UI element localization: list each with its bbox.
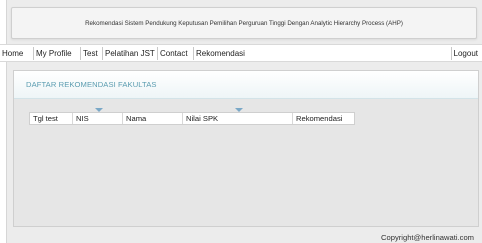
header-title: Rekomendasi Sistem Pendukung Keputusan P…: [85, 20, 403, 27]
footer-copyright: Copyright@herlinawati.com: [381, 233, 474, 242]
nav-pelatihan-jst[interactable]: Pelatihan JST: [102, 47, 157, 60]
logout-link[interactable]: Logout: [450, 47, 480, 60]
panel-header: DAFTAR REKOMENDASI FAKULTAS: [14, 71, 478, 99]
column-header-rekomendasi[interactable]: Rekomendasi: [292, 113, 354, 124]
column-label: Tgl test: [33, 114, 58, 123]
column-header-tgl-test[interactable]: Tgl test: [30, 113, 72, 124]
nav-home[interactable]: Home: [0, 47, 25, 60]
column-header-nama[interactable]: Nama: [122, 113, 182, 124]
header-banner: Rekomendasi Sistem Pendukung Keputusan P…: [11, 7, 477, 39]
panel-title: DAFTAR REKOMENDASI FAKULTAS: [26, 80, 157, 89]
column-label: Rekomendasi: [296, 114, 343, 123]
nav-test[interactable]: Test: [80, 47, 100, 60]
main-menu: Home My Profile Test Pelatihan JST Conta…: [0, 44, 482, 62]
column-label: Nilai SPK: [186, 114, 219, 123]
nav-rekomendasi[interactable]: Rekomendasi: [193, 47, 247, 60]
nav-contact[interactable]: Contact: [157, 47, 190, 60]
column-header-nis[interactable]: NIS: [72, 108, 122, 124]
sort-arrow-icon: [95, 108, 103, 112]
recommendation-panel: DAFTAR REKOMENDASI FAKULTAS Tgl test NIS…: [13, 70, 479, 227]
column-label: Nama: [126, 114, 147, 123]
sort-arrow-icon: [235, 108, 243, 112]
column-header-nilai-spk[interactable]: Nilai SPK: [182, 108, 292, 124]
nav-my-profile[interactable]: My Profile: [33, 47, 74, 60]
column-label: NIS: [76, 114, 89, 123]
recommendation-table: Tgl test NIS Nama Nilai SPK Rekomendasi: [29, 108, 355, 125]
